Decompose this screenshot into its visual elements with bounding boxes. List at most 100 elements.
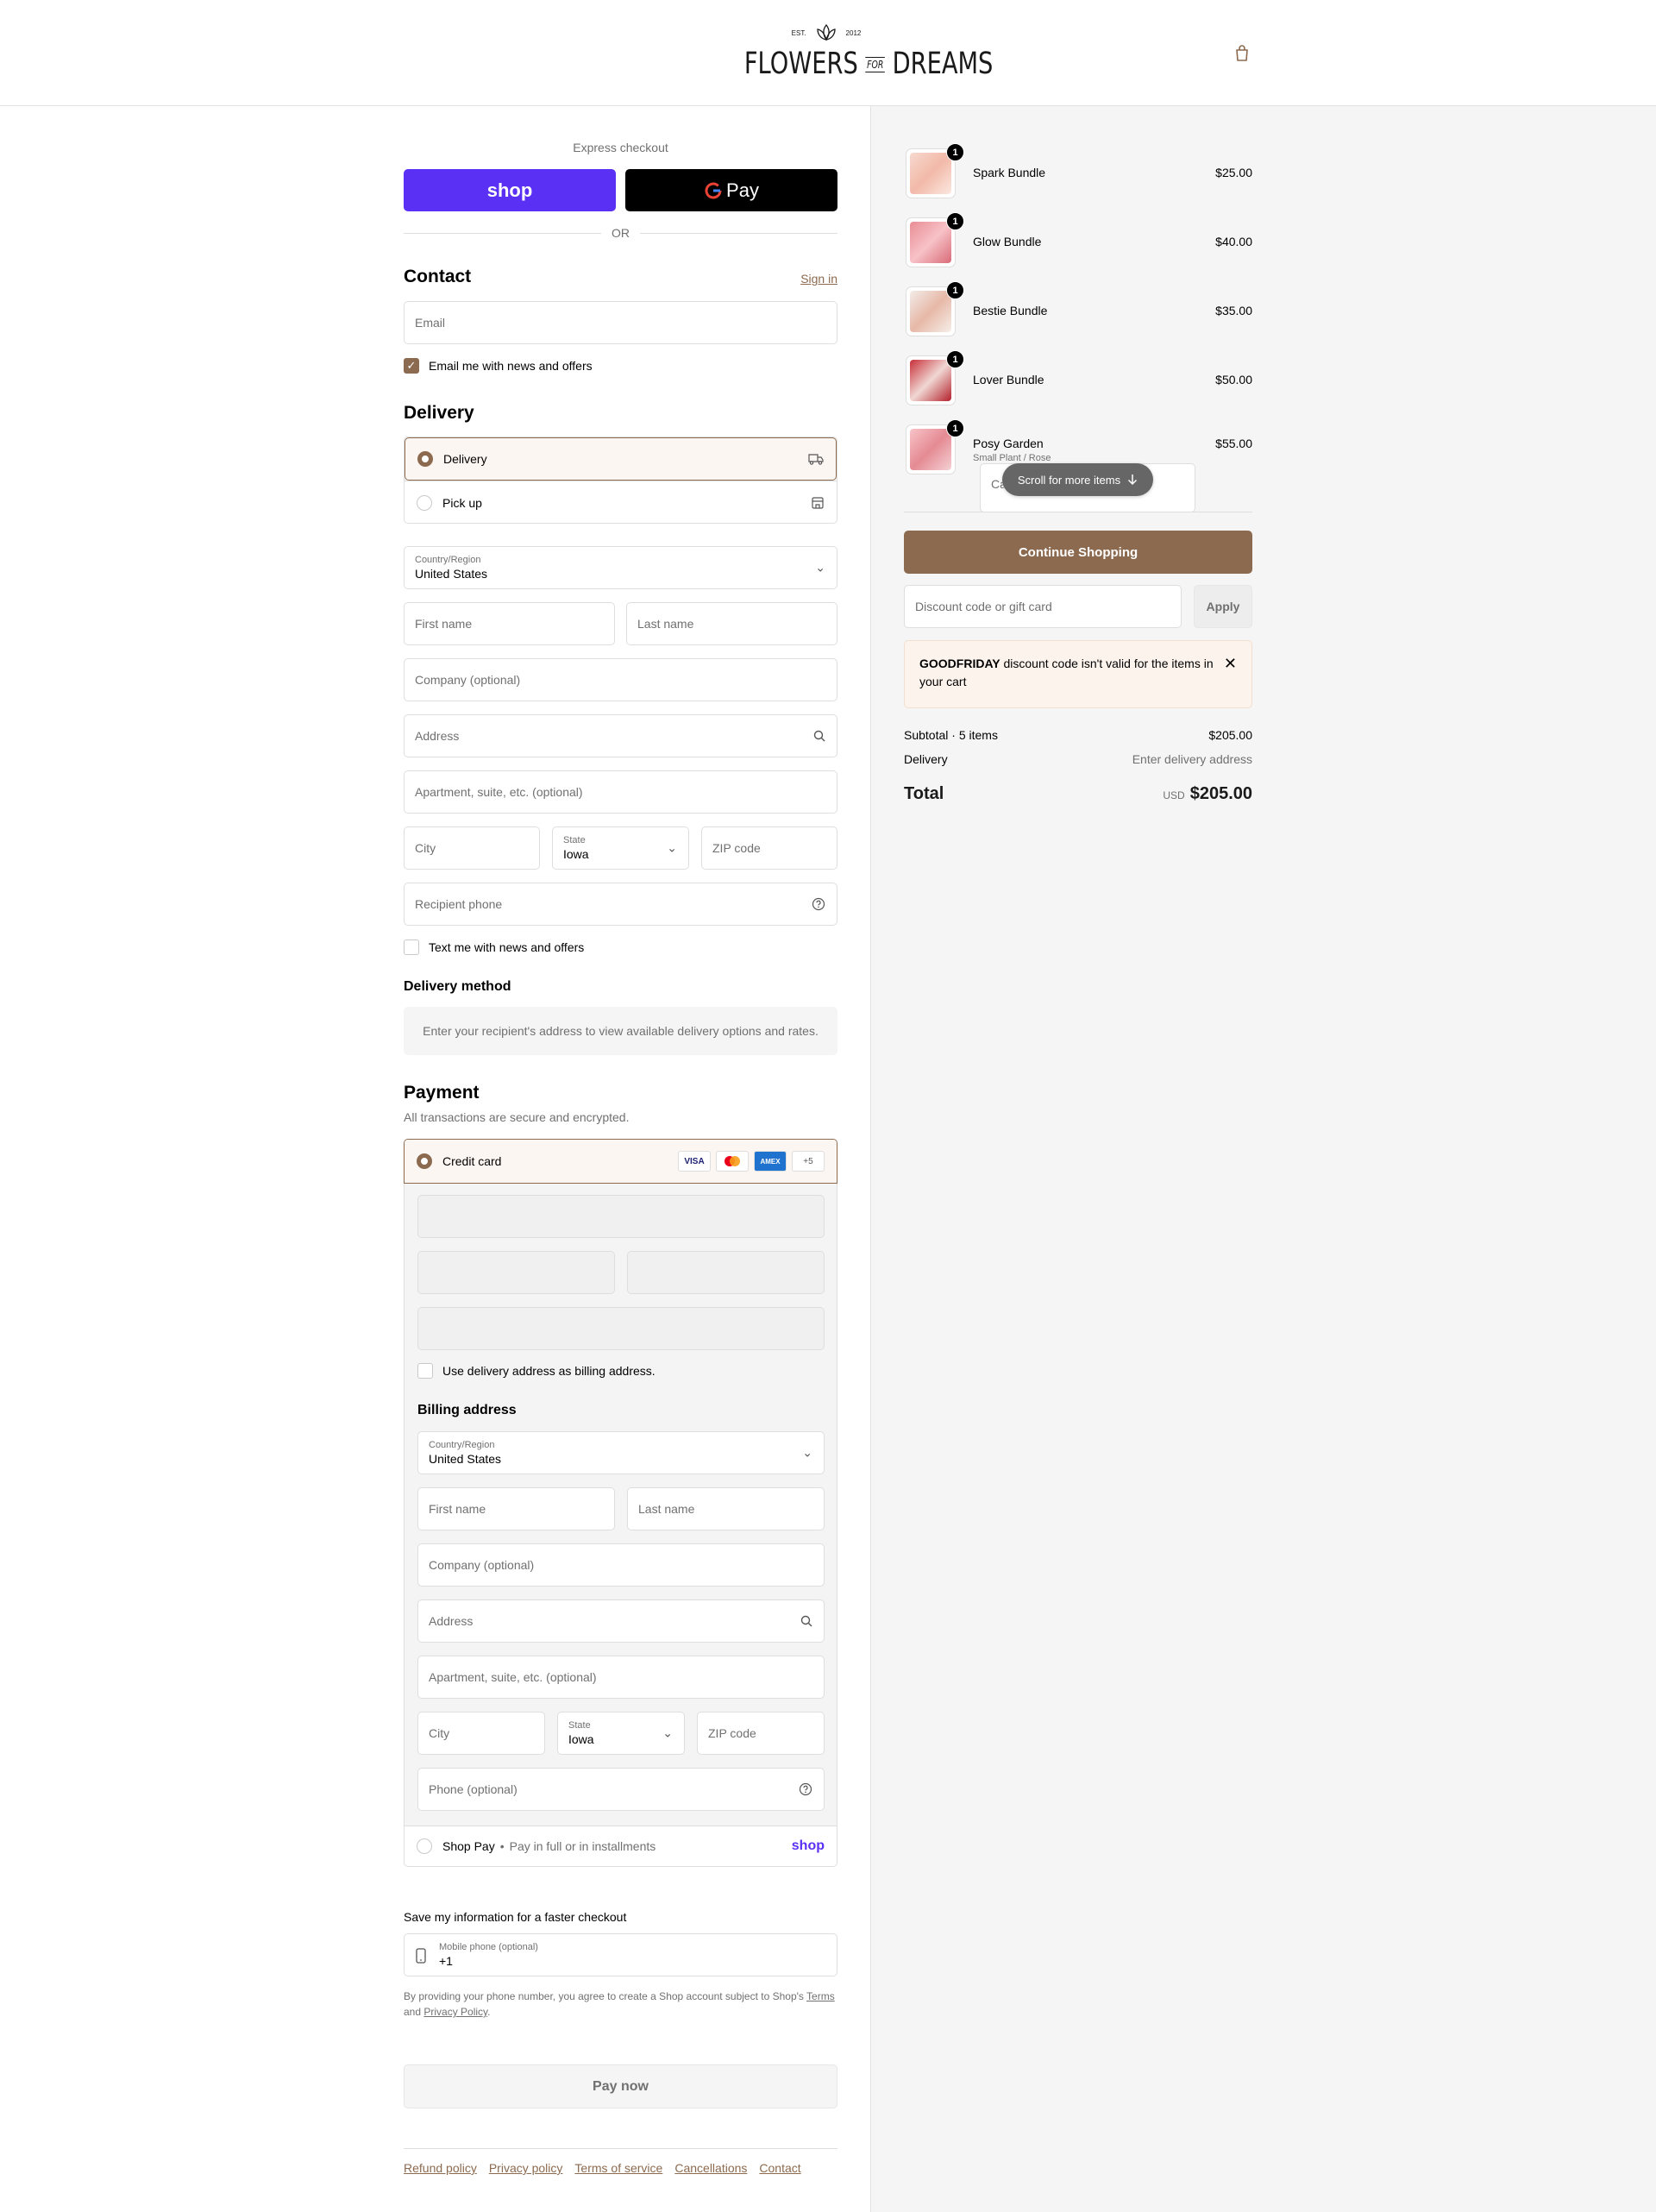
discount-code-name: GOODFRIDAY: [919, 657, 1000, 670]
billing-address-field[interactable]: Address: [417, 1599, 825, 1643]
header: EST. 2012 FLOWERS FOR DREAMS: [0, 0, 1656, 106]
currency-code: USD: [1163, 789, 1185, 801]
email-field[interactable]: Email: [404, 301, 837, 344]
google-pay-button[interactable]: Pay: [625, 169, 837, 211]
delivery-method-info: Enter your recipient's address to view a…: [404, 1007, 837, 1055]
shop-logo: shop: [791, 1838, 825, 1853]
card-expiry-field[interactable]: [417, 1251, 615, 1294]
card-number-field[interactable]: [417, 1195, 825, 1238]
scroll-more-items-button[interactable]: Scroll for more items: [1002, 463, 1153, 496]
shop-pay-separator: •: [499, 1839, 505, 1853]
use-delivery-address-label: Use delivery address as billing address.: [442, 1364, 656, 1378]
delivery-option-delivery[interactable]: Delivery: [405, 437, 837, 481]
shop-pay-option[interactable]: Shop Pay • Pay in full or in installment…: [404, 1826, 837, 1867]
item-price: $40.00: [1215, 235, 1252, 248]
shop-pay-radio[interactable]: [417, 1838, 432, 1854]
shopping-bag-icon[interactable]: [1232, 43, 1252, 64]
express-checkout-label: Express checkout: [573, 141, 668, 154]
credit-card-option[interactable]: Credit card VISA AMEX +5: [404, 1139, 837, 1184]
mobile-phone-value: +1: [439, 1954, 453, 1968]
company-field[interactable]: Company (optional): [404, 658, 837, 701]
recipient-phone-field[interactable]: Recipient phone: [404, 883, 837, 926]
pay-now-button[interactable]: Pay now: [404, 2064, 837, 2108]
credit-card-label: Credit card: [442, 1154, 502, 1168]
delivery-summary-label: Delivery: [904, 752, 948, 766]
apply-discount-button[interactable]: Apply: [1194, 585, 1252, 628]
state-select[interactable]: State Iowa ⌄: [552, 826, 689, 870]
quantity-badge: 1: [946, 212, 964, 230]
card-name-field[interactable]: [417, 1307, 825, 1350]
billing-heading: Billing address: [417, 1403, 517, 1417]
amex-icon: AMEX: [754, 1151, 787, 1172]
discount-code-field[interactable]: Discount code or gift card: [904, 585, 1182, 628]
terms-of-service-link[interactable]: Terms of service: [574, 2161, 662, 2175]
last-name-field[interactable]: Last name: [626, 602, 837, 645]
delivery-option-label: Delivery: [443, 452, 487, 466]
visa-icon: VISA: [678, 1151, 711, 1172]
logo-word-dreams: DREAMS: [892, 47, 994, 81]
item-variant: Small Plant / Rose: [973, 453, 1051, 463]
zip-placeholder: ZIP code: [712, 841, 761, 855]
billing-apartment-field[interactable]: Apartment, suite, etc. (optional): [417, 1656, 825, 1699]
quantity-badge: 1: [946, 281, 964, 299]
refund-policy-link[interactable]: Refund policy: [404, 2161, 477, 2175]
apartment-field[interactable]: Apartment, suite, etc. (optional): [404, 770, 837, 814]
credit-card-radio[interactable]: [417, 1153, 432, 1169]
truck-icon: [808, 454, 824, 465]
brand-logo[interactable]: EST. 2012 FLOWERS FOR DREAMS: [721, 21, 994, 86]
cart-item: 1 Glow Bundle $40.00: [904, 212, 1252, 269]
billing-city-field[interactable]: City: [417, 1712, 545, 1755]
delivery-option-pickup[interactable]: Pick up: [405, 481, 837, 523]
billing-country-select[interactable]: Country/Region United States ⌄: [417, 1431, 825, 1474]
privacy-link[interactable]: Privacy Policy: [423, 2006, 487, 2018]
country-select[interactable]: Country/Region United States ⌄: [404, 546, 837, 589]
billing-state-select[interactable]: State Iowa ⌄: [557, 1712, 685, 1755]
billing-phone-field[interactable]: Phone (optional): [417, 1768, 825, 1811]
use-delivery-address-checkbox[interactable]: [417, 1363, 433, 1379]
shop-pay-express-button[interactable]: shop: [404, 169, 616, 211]
continue-shopping-button[interactable]: Continue Shopping: [904, 531, 1252, 574]
subtotal-value: $205.00: [1208, 728, 1252, 742]
credit-card-row[interactable]: Credit card VISA AMEX +5: [405, 1140, 837, 1183]
logo-wordmark: FLOWERS FOR DREAMS: [744, 45, 994, 83]
cart-item: 1 Lover Bundle $50.00: [904, 350, 1252, 407]
footer-links: Refund policy Privacy policy Terms of se…: [404, 2148, 837, 2175]
help-icon[interactable]: [812, 897, 825, 911]
discount-placeholder: Discount code or gift card: [915, 600, 1052, 613]
mobile-phone-field[interactable]: Mobile phone (optional) +1: [404, 1933, 837, 1976]
billing-first-name-field[interactable]: First name: [417, 1487, 615, 1530]
logo-top-row: EST. 2012: [721, 21, 932, 45]
email-news-checkbox[interactable]: ✓: [404, 358, 419, 374]
subtotal-row: Subtotal · 5 items $205.00: [904, 728, 1252, 742]
payment-subtitle: All transactions are secure and encrypte…: [404, 1110, 630, 1124]
billing-company-field[interactable]: Company (optional): [417, 1543, 825, 1587]
billing-zip-field[interactable]: ZIP code: [697, 1712, 825, 1755]
pickup-radio[interactable]: [417, 494, 432, 511]
card-cvv-field[interactable]: [627, 1251, 825, 1294]
privacy-policy-link[interactable]: Privacy policy: [489, 2161, 563, 2175]
pickup-option-label: Pick up: [442, 495, 482, 510]
terms-link[interactable]: Terms: [806, 1990, 835, 2002]
delivery-radio[interactable]: [417, 451, 433, 467]
sign-in-link[interactable]: Sign in: [800, 272, 837, 286]
legal-and: and: [404, 2006, 422, 2018]
address-field[interactable]: Address: [404, 714, 837, 757]
text-news-checkbox[interactable]: [404, 939, 419, 955]
chevron-down-icon: ⌄: [667, 840, 677, 855]
first-name-placeholder: First name: [415, 617, 473, 631]
close-icon[interactable]: ✕: [1224, 655, 1237, 673]
mobile-phone-label: Mobile phone (optional): [439, 1942, 538, 1952]
contact-link[interactable]: Contact: [759, 2161, 800, 2175]
state-value: Iowa: [563, 847, 589, 861]
first-name-field[interactable]: First name: [404, 602, 615, 645]
gpay-label: Pay: [726, 179, 759, 201]
billing-last-name-field[interactable]: Last name: [627, 1487, 825, 1530]
or-divider: OR: [404, 225, 837, 241]
shop-pay-label: Shop Pay: [442, 1839, 495, 1853]
city-field[interactable]: City: [404, 826, 540, 870]
cart-item: 1 Bestie Bundle $35.00: [904, 281, 1252, 338]
help-icon[interactable]: [799, 1782, 812, 1796]
zip-field[interactable]: ZIP code: [701, 826, 837, 870]
cancellations-link[interactable]: Cancellations: [674, 2161, 747, 2175]
mastercard-icon: [716, 1151, 749, 1172]
